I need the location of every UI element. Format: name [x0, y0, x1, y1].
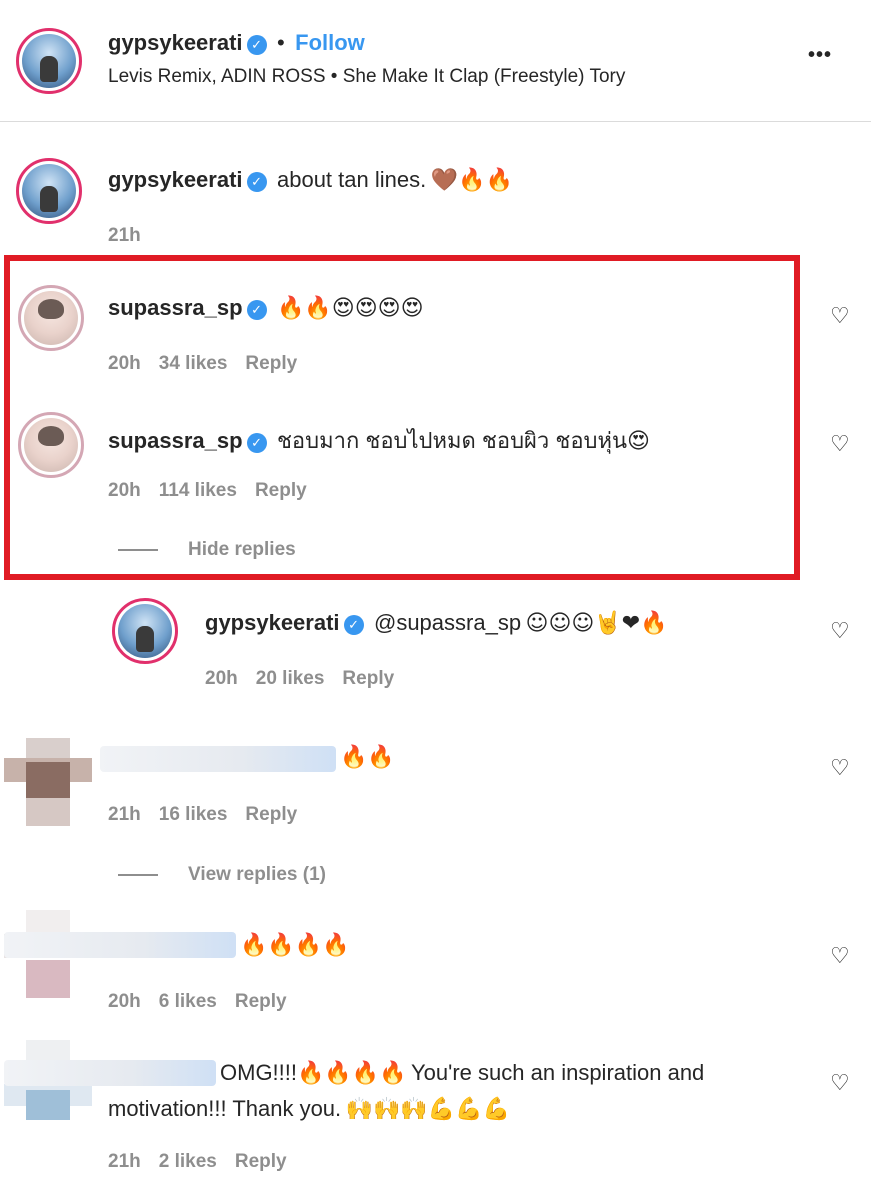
- comment-likes[interactable]: 16 likes: [159, 804, 228, 825]
- verified-badge-icon: ✓: [246, 35, 267, 55]
- follow-button[interactable]: Follow: [295, 30, 365, 55]
- comment-time: 21h: [108, 804, 141, 825]
- comment-emoji: 😍: [627, 429, 650, 454]
- caption-username[interactable]: gypsykeerati: [108, 167, 243, 192]
- comment-time: 20h: [108, 991, 141, 1012]
- heart-outline-icon[interactable]: ♡: [830, 757, 850, 779]
- comment-username[interactable]: supassra_sp: [108, 428, 243, 453]
- header-title-row: gypsykeerati ✓ • Follow: [108, 30, 365, 56]
- reply-meta: 20h 20 likes Reply: [205, 668, 412, 690]
- comment-meta: 20h 6 likes Reply: [108, 991, 305, 1013]
- verified-badge-icon: ✓: [246, 172, 267, 192]
- comment-text: ชอบมาก ชอบไปหมด ชอบผิว ชอบหุ่น: [276, 428, 628, 453]
- comment-emoji: 🔥🔥🔥🔥: [297, 1061, 407, 1086]
- verified-badge-icon: ✓: [343, 615, 364, 635]
- reply-time: 20h: [205, 668, 238, 689]
- comment-row: supassra_sp ✓ ชอบมาก ชอบไปหมด ชอบผิว ชอบห…: [108, 423, 650, 458]
- hide-replies-button[interactable]: Hide replies: [118, 539, 296, 561]
- comment-meta: 20h 114 likes Reply: [108, 480, 325, 502]
- reply-button[interactable]: Reply: [235, 1151, 287, 1172]
- caption-avatar[interactable]: [16, 158, 82, 224]
- reply-button[interactable]: Reply: [245, 804, 297, 825]
- heart-outline-icon[interactable]: ♡: [830, 620, 850, 642]
- blurred-username[interactable]: [100, 746, 336, 772]
- comment-text: OMG!!!!: [220, 1060, 297, 1085]
- hide-replies-label: Hide replies: [188, 539, 296, 560]
- header-avatar[interactable]: [16, 28, 82, 94]
- blurred-avatar[interactable]: [4, 738, 92, 826]
- comment-likes[interactable]: 114 likes: [159, 480, 237, 501]
- comment-meta: 21h 2 likes Reply: [108, 1151, 305, 1173]
- comment-time: 20h: [108, 353, 141, 374]
- mention-link[interactable]: @supassra_sp: [374, 610, 521, 635]
- view-replies-label: View replies (1): [188, 864, 326, 885]
- verified-badge-icon: ✓: [246, 433, 267, 453]
- reply-button[interactable]: Reply: [235, 991, 287, 1012]
- reply-username[interactable]: gypsykeerati: [205, 610, 340, 635]
- comment-emoji: 🙌🙌🙌💪💪💪: [345, 1097, 510, 1122]
- caption-emoji: 🤎🔥🔥: [430, 168, 513, 193]
- heart-outline-icon[interactable]: ♡: [830, 433, 850, 455]
- reply-button[interactable]: Reply: [245, 353, 297, 374]
- verified-badge-icon: ✓: [246, 300, 267, 320]
- comment-row: OMG!!!!🔥🔥🔥🔥 You're such an inspiration a…: [220, 1060, 704, 1086]
- reply-button[interactable]: Reply: [255, 480, 307, 501]
- comment-avatar[interactable]: [18, 412, 84, 478]
- comment-text: motivation!!! Thank you.: [108, 1096, 342, 1121]
- comment-emoji: 🔥🔥😍😍😍😍: [276, 296, 424, 321]
- reply-button[interactable]: Reply: [342, 668, 394, 689]
- heart-outline-icon[interactable]: ♡: [830, 305, 850, 327]
- comment-likes[interactable]: 2 likes: [159, 1151, 217, 1172]
- reply-emoji: ☺☺☺🤘❤🔥: [525, 611, 668, 636]
- header-divider: [0, 121, 871, 122]
- comment-time: 20h: [108, 480, 141, 501]
- comment-emoji: 🔥🔥🔥🔥: [240, 933, 350, 958]
- blurred-username[interactable]: [4, 1060, 216, 1086]
- comment-likes[interactable]: 6 likes: [159, 991, 217, 1012]
- reply-avatar[interactable]: [112, 598, 178, 664]
- caption-row: gypsykeerati ✓ about tan lines. 🤎🔥🔥: [108, 167, 513, 193]
- caption-time: 21h: [108, 225, 141, 246]
- heart-outline-icon[interactable]: ♡: [830, 945, 850, 967]
- reply-likes[interactable]: 20 likes: [256, 668, 325, 689]
- header-username[interactable]: gypsykeerati: [108, 30, 243, 55]
- comment-meta: 21h 16 likes Reply: [108, 804, 315, 826]
- caption-text: about tan lines.: [276, 167, 427, 192]
- heart-outline-icon[interactable]: ♡: [830, 1072, 850, 1094]
- comment-username[interactable]: supassra_sp: [108, 295, 243, 320]
- blurred-username[interactable]: [4, 932, 236, 958]
- comment-text: You're such an inspiration and: [411, 1060, 705, 1085]
- comment-avatar[interactable]: [18, 285, 84, 351]
- view-replies-button[interactable]: View replies (1): [118, 864, 326, 886]
- comment-emoji: 🔥🔥: [340, 745, 395, 770]
- more-options-icon[interactable]: •••: [808, 44, 832, 67]
- comment-row-continued: motivation!!! Thank you. 🙌🙌🙌💪💪💪: [108, 1096, 510, 1122]
- comment-time: 21h: [108, 1151, 141, 1172]
- header-separator: •: [276, 30, 285, 55]
- comment-likes[interactable]: 34 likes: [159, 353, 228, 374]
- comment-row: supassra_sp ✓ 🔥🔥😍😍😍😍: [108, 295, 424, 321]
- comment-meta: 20h 34 likes Reply: [108, 353, 315, 375]
- reply-row: gypsykeerati ✓ @supassra_sp ☺☺☺🤘❤🔥: [205, 610, 668, 636]
- audio-info[interactable]: Levis Remix, ADIN ROSS • She Make It Cla…: [108, 66, 625, 88]
